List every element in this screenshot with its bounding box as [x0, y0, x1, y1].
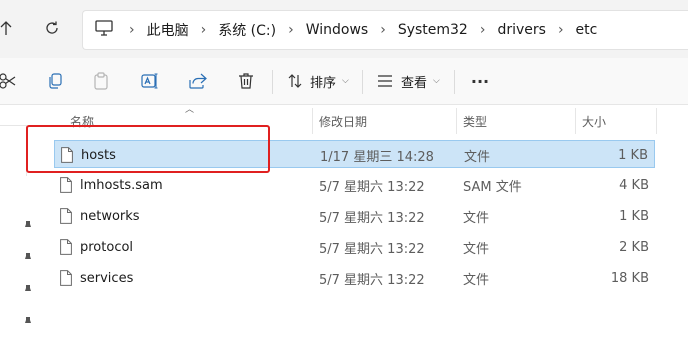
file-name-cell[interactable]: services: [60, 264, 133, 292]
file-row[interactable]: services 5/7 星期六 13:22 文件 18 KB: [54, 264, 655, 292]
more-options-button[interactable]: ···: [468, 68, 492, 94]
command-bar: 排序 ⌵ 查看 ⌵ ···: [0, 58, 688, 105]
column-header-date-label: 修改日期: [319, 114, 368, 129]
file-icon: [60, 208, 72, 224]
file-size: 18 KB: [610, 270, 649, 286]
breadcrumb-separator[interactable]: ›: [201, 22, 207, 38]
column-separator[interactable]: [656, 108, 657, 134]
sort-icon: [288, 74, 302, 88]
view-button[interactable]: 查看 ⌵: [377, 68, 440, 94]
pin-icon[interactable]: [22, 252, 34, 264]
column-separator[interactable]: [575, 108, 576, 134]
up-arrow-icon[interactable]: [0, 14, 20, 42]
sort-button[interactable]: 排序 ⌵: [288, 68, 349, 94]
column-header-type-label: 类型: [463, 114, 488, 129]
chevron-down-icon: ⌵: [433, 76, 440, 86]
file-size: 2 KB: [619, 239, 649, 255]
column-header-type[interactable]: 类型: [463, 108, 487, 134]
breadcrumb-item-windows[interactable]: Windows: [306, 22, 369, 38]
more-icon: ···: [470, 71, 490, 91]
paste-button[interactable]: [88, 68, 114, 94]
file-date: 1/17 星期三 14:28: [320, 149, 434, 165]
file-name[interactable]: lmhosts.sam: [80, 178, 163, 193]
breadcrumb[interactable]: › 此电脑 › 系统 (C:) › Windows › System32 › d…: [82, 10, 688, 50]
breadcrumb-separator[interactable]: ›: [480, 22, 486, 38]
view-list-icon: [378, 75, 392, 87]
file-date: 5/7 星期六 13:22: [319, 272, 425, 288]
toolbar-divider: [362, 70, 363, 94]
copy-button[interactable]: [42, 68, 68, 94]
toolbar-divider: [454, 70, 455, 94]
trash-icon: [239, 73, 253, 89]
file-name-cell[interactable]: networks: [60, 202, 140, 230]
breadcrumb-separator[interactable]: ›: [129, 22, 135, 38]
file-date: 5/7 星期六 13:22: [319, 210, 425, 226]
file-type: 文件: [464, 149, 491, 165]
computer-icon[interactable]: [95, 20, 113, 40]
cut-button[interactable]: [0, 68, 20, 94]
refresh-icon[interactable]: [38, 14, 66, 42]
file-name[interactable]: protocol: [80, 240, 133, 255]
pin-icon[interactable]: [22, 316, 34, 328]
file-icon: [60, 270, 72, 286]
breadcrumb-separator[interactable]: ›: [558, 22, 564, 38]
file-name[interactable]: networks: [80, 209, 140, 224]
rename-button[interactable]: [137, 68, 163, 94]
annotation-highlight-box: [26, 125, 270, 173]
pin-icon[interactable]: [22, 284, 34, 296]
file-icon: [60, 239, 72, 255]
toolbar-divider: [272, 70, 273, 94]
clipboard-icon: [94, 72, 108, 90]
file-name[interactable]: services: [80, 271, 133, 286]
address-bar-area: › 此电脑 › 系统 (C:) › Windows › System32 › d…: [0, 0, 688, 58]
file-size: 1 KB: [618, 147, 648, 163]
file-type: SAM 文件: [463, 179, 522, 195]
breadcrumb-separator[interactable]: ›: [288, 22, 294, 38]
delete-button[interactable]: [233, 68, 259, 94]
file-name-cell[interactable]: lmhosts.sam: [60, 171, 163, 199]
scissors-icon: [0, 73, 16, 89]
file-row[interactable]: lmhosts.sam 5/7 星期六 13:22 SAM 文件 4 KB: [54, 171, 655, 199]
file-type: 文件: [463, 241, 490, 257]
file-type: 文件: [463, 210, 490, 226]
breadcrumb-item-system32[interactable]: System32: [398, 22, 468, 38]
column-header-date[interactable]: 修改日期: [319, 108, 367, 134]
file-date: 5/7 星期六 13:22: [319, 179, 425, 195]
share-button[interactable]: [185, 68, 211, 94]
copy-icon: [49, 73, 62, 89]
file-row[interactable]: protocol 5/7 星期六 13:22 文件 2 KB: [54, 233, 655, 261]
breadcrumb-item-etc[interactable]: etc: [576, 22, 598, 38]
breadcrumb-item-drivers[interactable]: drivers: [497, 22, 545, 38]
chevron-down-icon: ⌵: [342, 76, 349, 86]
column-separator[interactable]: [456, 108, 457, 134]
column-separator[interactable]: [312, 108, 313, 134]
file-name-cell[interactable]: protocol: [60, 233, 133, 261]
column-header-size[interactable]: 大小: [582, 108, 606, 134]
file-size: 1 KB: [619, 208, 649, 224]
column-header-size-label: 大小: [582, 114, 607, 129]
file-type: 文件: [463, 272, 490, 288]
file-row[interactable]: networks 5/7 星期六 13:22 文件 1 KB: [54, 202, 655, 230]
file-date: 5/7 星期六 13:22: [319, 241, 425, 257]
sort-ascending-icon: ︿: [185, 105, 195, 115]
file-icon: [60, 177, 72, 193]
breadcrumb-item-this-pc[interactable]: 此电脑: [147, 20, 189, 40]
file-size: 4 KB: [619, 177, 649, 193]
share-icon: [189, 73, 207, 89]
breadcrumb-item-c-drive[interactable]: 系统 (C:): [218, 20, 276, 40]
sort-label: 排序: [310, 75, 337, 91]
rename-icon: [141, 73, 158, 89]
nav-pane-edge: [0, 125, 27, 176]
view-label: 查看: [401, 75, 428, 91]
breadcrumb-separator[interactable]: ›: [380, 22, 386, 38]
pin-icon[interactable]: [22, 220, 34, 232]
